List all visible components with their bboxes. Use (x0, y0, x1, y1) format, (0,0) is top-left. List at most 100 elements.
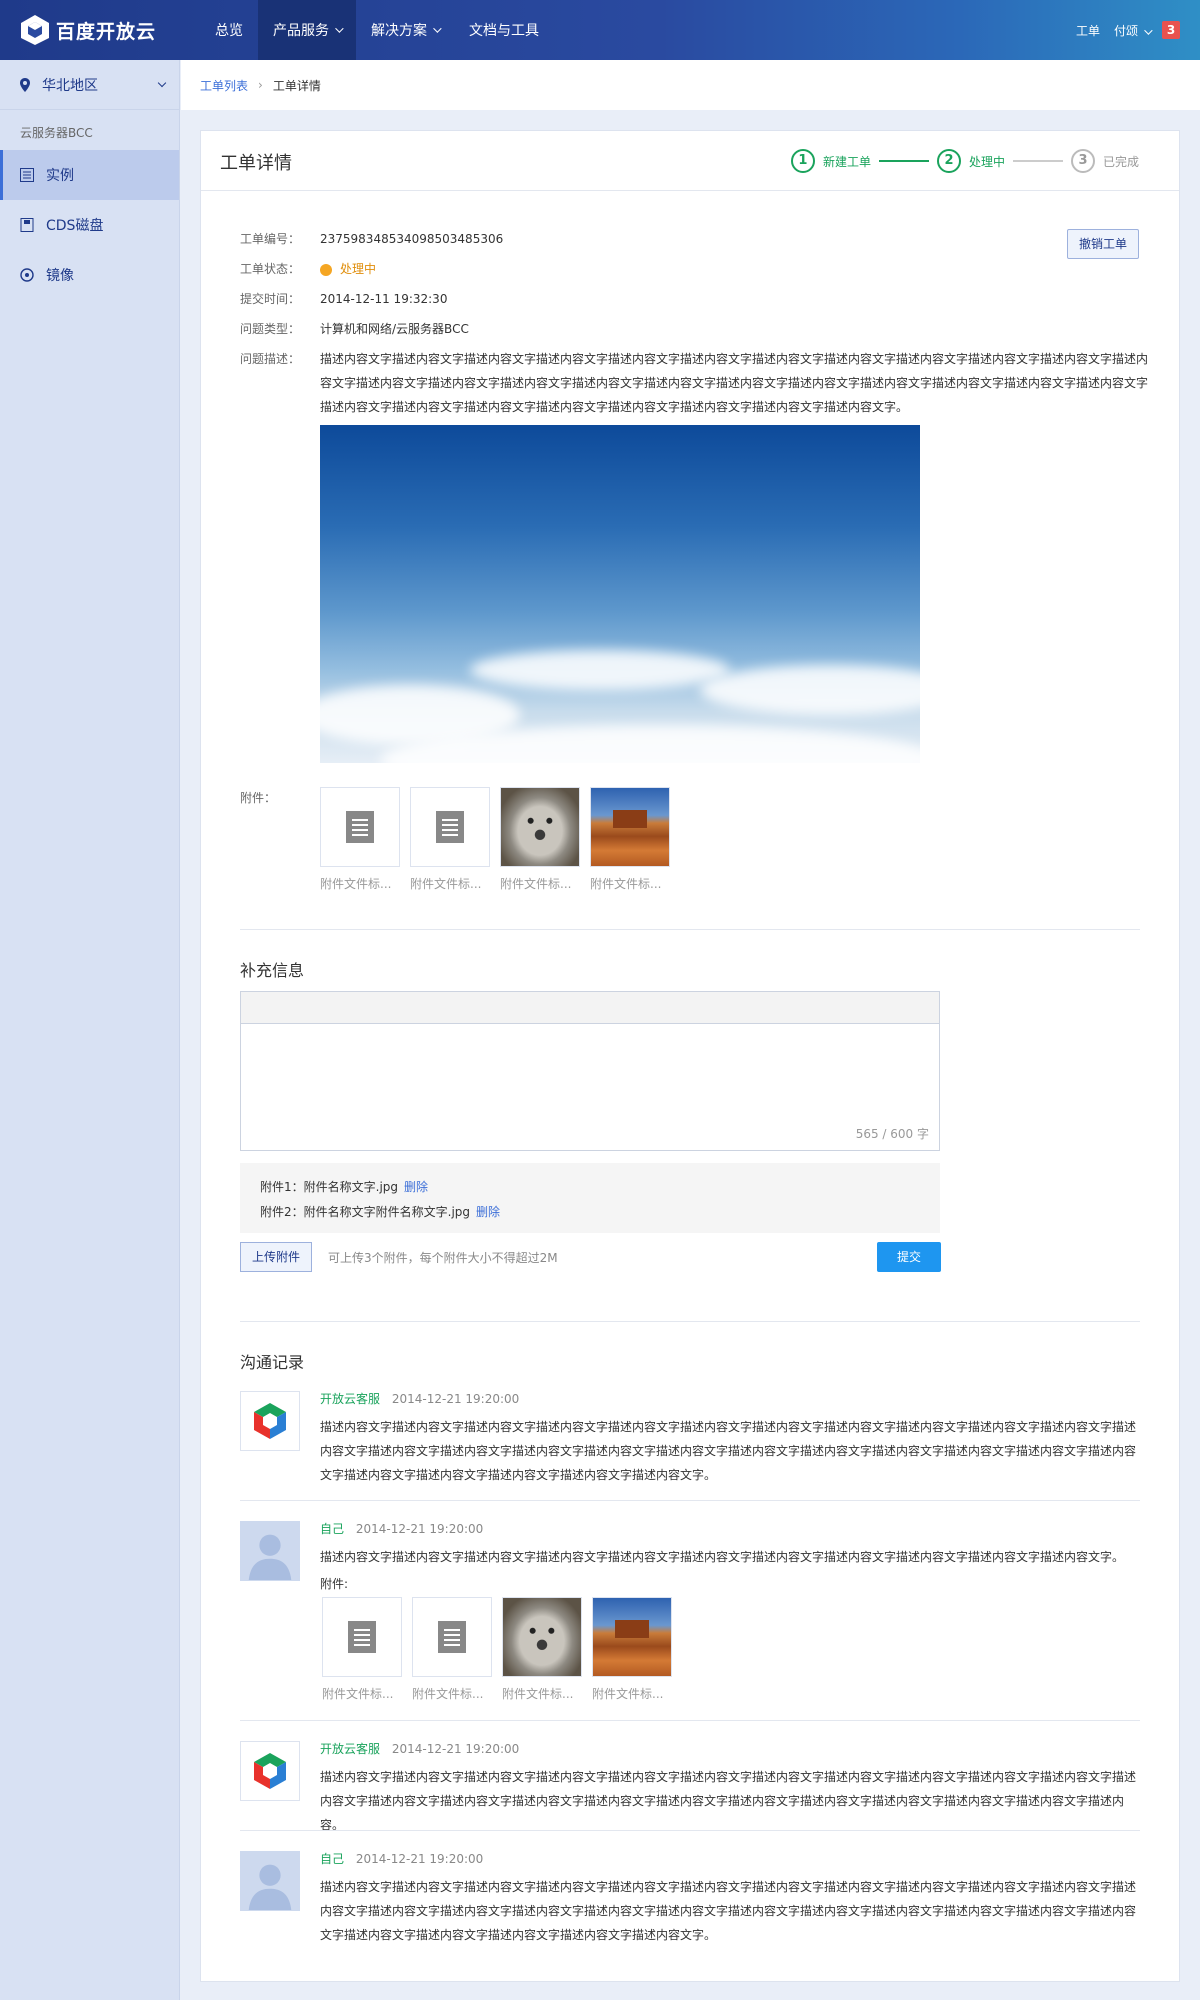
step-label: 处理中 (968, 154, 1005, 169)
record-header: 自己 2014-12-21 19:20:00 (320, 1521, 483, 1537)
user-menu[interactable]: 付颂 (1113, 22, 1153, 39)
nav-docs-tools[interactable]: 文档与工具 (454, 0, 554, 60)
image-icon (20, 268, 34, 282)
record-divider (240, 1500, 1140, 1501)
avatar (240, 1741, 300, 1801)
region-selector[interactable]: 华北地区 (0, 60, 179, 110)
desert-photo (593, 1598, 671, 1676)
uploaded-file: 附件2：附件名称文字附件名称文字.jpg 删除 (260, 1200, 920, 1225)
record-item: 自己 2014-12-21 19:20:00 描述内容文字描述内容文字描述内容文… (240, 1521, 1140, 1721)
record-author: 开放云客服 (320, 1742, 381, 1756)
koala-photo (503, 1598, 581, 1676)
desert-photo (591, 788, 669, 866)
sidebar-item-instances[interactable]: 实例 (0, 150, 179, 200)
chevron-down-icon (1144, 25, 1153, 35)
breadcrumb: 工单列表 › 工单详情 (181, 60, 1200, 110)
step-connector (878, 160, 929, 162)
user-avatar-icon (248, 1864, 292, 1910)
ticket-id-row: 工单编号： 237598348534098503485306 (240, 227, 1160, 251)
attachment-thumb[interactable]: 附件文件标... (502, 1597, 582, 1702)
sidebar-item-images[interactable]: 镜像 (0, 250, 179, 300)
page-title: 工单详情 (220, 153, 292, 174)
nav-solutions[interactable]: 解决方案 (356, 0, 454, 60)
attachment-caption: 附件文件标... (502, 1687, 574, 1701)
attachment-caption: 附件文件标... (410, 877, 482, 891)
delete-file-link[interactable]: 删除 (476, 1205, 500, 1219)
progress-steps: 1 新建工单 2 处理中 3 已完成 (790, 149, 1139, 173)
brand-logo[interactable]: 百度开放云 (20, 12, 156, 48)
ticket-status-row: 工单状态： 处理中 (240, 257, 1160, 281)
description-photo[interactable] (320, 425, 920, 763)
attachment-thumb[interactable]: 附件文件标... (410, 787, 490, 892)
attachment-caption: 附件文件标... (592, 1687, 664, 1701)
delete-file-link[interactable]: 删除 (404, 1180, 428, 1194)
record-divider (240, 1720, 1140, 1721)
support-cube-icon (254, 1403, 286, 1439)
attachment-caption: 附件文件标... (322, 1687, 394, 1701)
nav-ticket-link[interactable]: 工单 (1076, 22, 1100, 39)
nav-products[interactable]: 产品服务 (258, 0, 356, 60)
breadcrumb-current: 工单详情 (272, 78, 321, 93)
avatar (240, 1391, 300, 1451)
attachments-label: 附件： (240, 791, 277, 805)
breadcrumb-ticket-list[interactable]: 工单列表 (200, 77, 248, 94)
supplement-title: 补充信息 (240, 961, 305, 980)
step-number: 2 (936, 149, 961, 173)
record-item: 自己 2014-12-21 19:20:00 描述内容文字描述内容文字描述内容文… (240, 1851, 1140, 1951)
nav-overview[interactable]: 总览 (200, 0, 258, 60)
document-icon (346, 811, 374, 843)
field-label: 问题描述： (240, 352, 301, 366)
ticket-time-row: 提交时间： 2014-12-11 19:32:30 (240, 287, 1160, 311)
nav-label: 总览 (215, 23, 243, 39)
attachment-thumb[interactable]: 附件文件标... (412, 1597, 492, 1702)
divider (240, 1321, 1140, 1322)
avatar (240, 1521, 300, 1581)
sidebar-item-label: 实例 (46, 168, 74, 184)
record-time: 2014-12-21 19:20:00 (355, 1852, 484, 1866)
upload-attachment-button[interactable]: 上传附件 (240, 1242, 312, 1272)
record-time: 2014-12-21 19:20:00 (355, 1522, 484, 1536)
record-item: 开放云客服 2014-12-21 19:20:00 描述内容文字描述内容文字描述… (240, 1391, 1140, 1501)
nav-label: 产品服务 (273, 23, 329, 39)
attachment-thumb[interactable]: 附件文件标... (500, 787, 580, 892)
step-connector (1012, 160, 1063, 162)
record-attach-label: 附件: (320, 1577, 349, 1591)
status-badge: 处理中 (340, 262, 377, 276)
attachment-caption: 附件文件标... (590, 877, 662, 891)
ticket-id: 237598348534098503485306 (320, 232, 504, 246)
record-author: 自己 (320, 1852, 345, 1866)
attachment-thumb[interactable]: 附件文件标... (592, 1597, 672, 1702)
document-icon (348, 1621, 376, 1653)
record-header: 开放云客服 2014-12-21 19:20:00 (320, 1741, 519, 1757)
editor-toolbar (241, 992, 939, 1024)
nav-label: 文档与工具 (469, 23, 539, 39)
submit-time: 2014-12-11 19:32:30 (320, 292, 448, 306)
record-text: 描述内容文字描述内容文字描述内容文字描述内容文字描述内容文字描述内容文字描述内容… (320, 1770, 1137, 1832)
ticket-type-row: 问题类型： 计算机和网络/云服务器BCC (240, 317, 1160, 341)
supplement-editor: 565 / 600 字 (240, 991, 940, 1151)
record-time: 2014-12-21 19:20:00 (391, 1392, 520, 1406)
supplement-textarea[interactable] (241, 1024, 939, 1150)
user-avatar-icon (248, 1534, 292, 1580)
record-divider (240, 1830, 1140, 1831)
sidebar-item-label: CDS磁盘 (46, 218, 104, 234)
attachment-thumb[interactable]: 附件文件标... (322, 1597, 402, 1702)
attachment-caption: 附件文件标... (500, 877, 572, 891)
submit-button[interactable]: 提交 (877, 1242, 941, 1272)
step-label: 新建工单 (822, 154, 871, 169)
attachment-thumb[interactable]: 附件文件标... (320, 787, 400, 892)
sidebar-item-cds[interactable]: CDS磁盘 (0, 200, 179, 250)
file-name: 附件2：附件名称文字附件名称文字.jpg (260, 1205, 471, 1219)
attachment-thumb[interactable]: 附件文件标... (590, 787, 670, 892)
record-text: 描述内容文字描述内容文字描述内容文字描述内容文字描述内容文字描述内容文字描述内容… (320, 1420, 1137, 1482)
user-name: 付颂 (1113, 23, 1138, 38)
document-icon (438, 1621, 466, 1653)
ticket-desc-row: 问题描述： 描述内容文字描述内容文字描述内容文字描述内容文字描述内容文字描述内容… (240, 347, 1160, 419)
step-number: 3 (1070, 149, 1095, 173)
status-dot-icon (320, 263, 332, 276)
records-title: 沟通记录 (240, 1353, 305, 1372)
char-counter: 565 / 600 字 (855, 1127, 929, 1141)
brand-name: 百度开放云 (56, 20, 157, 43)
notification-badge[interactable]: 3 (1162, 21, 1180, 39)
record-time: 2014-12-21 19:20:00 (391, 1742, 520, 1756)
